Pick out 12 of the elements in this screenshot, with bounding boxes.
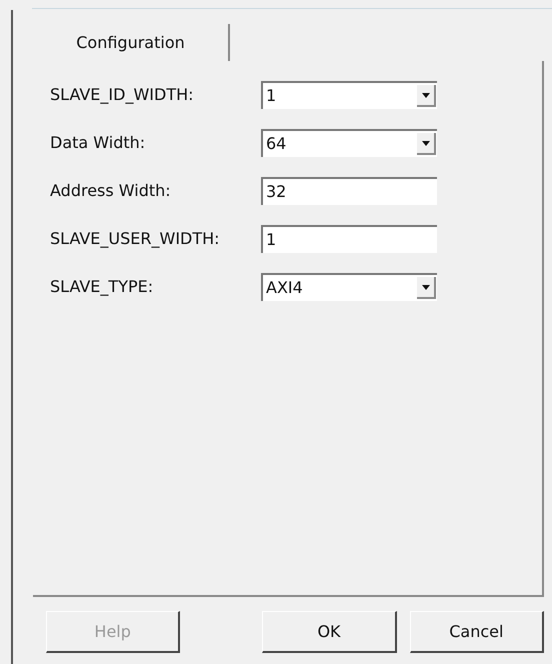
field-label: SLAVE_ID_WIDTH: <box>50 84 195 106</box>
field-label: SLAVE_TYPE: <box>50 276 154 298</box>
dialog-button[interactable]: OK <box>262 611 397 653</box>
dropdown[interactable]: 64 <box>261 129 437 157</box>
field-label: SLAVE_USER_WIDTH: <box>50 228 221 250</box>
field-label: Address Width: <box>50 180 172 202</box>
field-label: Data Width: <box>50 132 146 154</box>
dropdown[interactable]: AXI4 <box>261 273 437 301</box>
input-field[interactable]: 32 <box>261 177 437 205</box>
dropdown[interactable]: 1 <box>261 81 437 109</box>
input-field[interactable]: 1 <box>261 225 437 253</box>
dialog-button[interactable]: Cancel <box>410 611 544 653</box>
